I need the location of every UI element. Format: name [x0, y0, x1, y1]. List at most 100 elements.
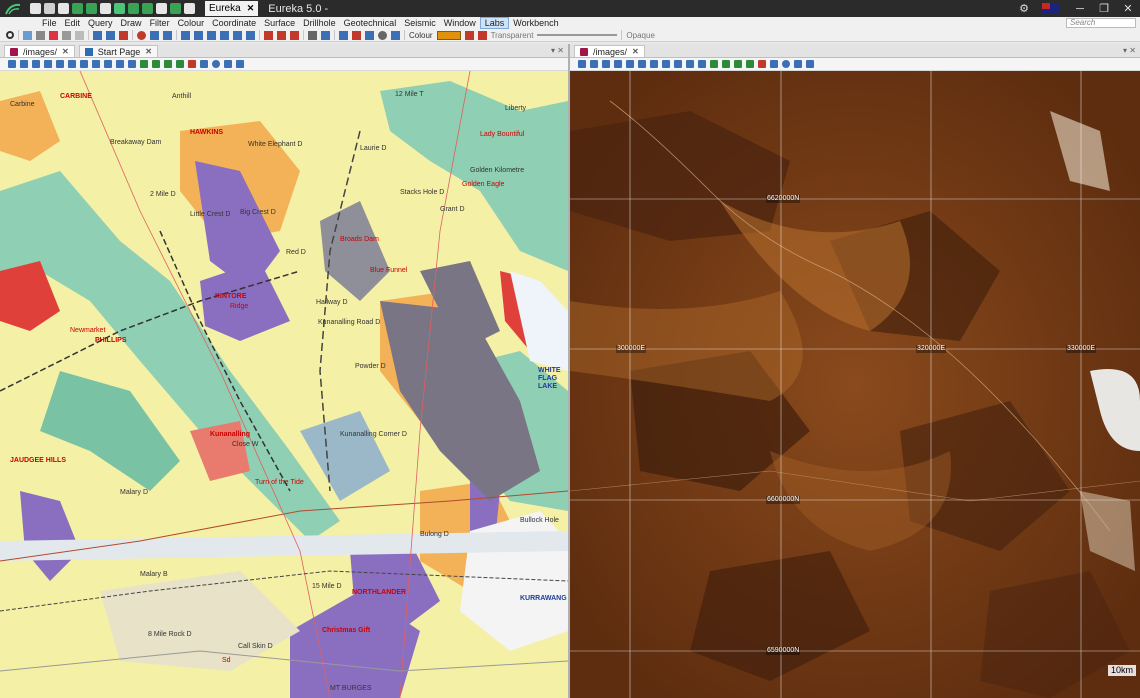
menu-edit[interactable]: Edit: [61, 17, 85, 29]
menu-geotechnical[interactable]: Geotechnical: [340, 17, 401, 29]
zoom-icon[interactable]: [119, 30, 128, 40]
capture-icon[interactable]: [758, 60, 766, 68]
profile-icon[interactable]: [116, 60, 124, 68]
snap-icon[interactable]: [339, 30, 348, 40]
fill-dropdown-icon[interactable]: [477, 30, 487, 40]
polyline-icon[interactable]: [207, 30, 216, 40]
surface-view-icon[interactable]: [746, 60, 754, 68]
reload-icon[interactable]: [163, 30, 172, 40]
delete-icon[interactable]: [49, 30, 58, 40]
rotate-icon[interactable]: [106, 30, 115, 40]
link-icon[interactable]: [602, 60, 610, 68]
legend-icon[interactable]: [794, 60, 802, 68]
target-icon[interactable]: [137, 30, 146, 40]
capture-icon[interactable]: [188, 60, 196, 68]
search-input[interactable]: Search: [1066, 18, 1136, 28]
refresh-view-icon[interactable]: [68, 60, 76, 68]
label-icon[interactable]: [722, 60, 730, 68]
australia-flag-icon[interactable]: [1042, 3, 1060, 14]
crosshair-icon[interactable]: [650, 60, 658, 68]
pan-icon[interactable]: [93, 30, 102, 40]
style-dropdown-icon[interactable]: [464, 30, 474, 40]
curve-icon[interactable]: [233, 30, 242, 40]
contour-icon[interactable]: [164, 60, 172, 68]
play-icon[interactable]: [782, 60, 790, 68]
dots-icon[interactable]: [321, 30, 330, 40]
maximize-icon[interactable]: ❐: [1092, 2, 1116, 15]
close-icon[interactable]: ✕: [145, 47, 152, 56]
point-icon[interactable]: [140, 60, 148, 68]
menu-filter[interactable]: Filter: [146, 17, 174, 29]
zoom-extent-icon[interactable]: [626, 60, 634, 68]
menu-seismic[interactable]: Seismic: [400, 17, 440, 29]
menu-coordinate[interactable]: Coordinate: [208, 17, 260, 29]
minimize-icon[interactable]: ─: [1068, 3, 1092, 15]
menu-colour[interactable]: Colour: [174, 17, 209, 29]
menu-draw[interactable]: Draw: [117, 17, 146, 29]
close-icon[interactable]: ✕: [632, 47, 639, 56]
pane-options-icon[interactable]: ▾ ✕: [551, 46, 564, 55]
filter-icon[interactable]: [352, 30, 361, 40]
axis-icon[interactable]: [674, 60, 682, 68]
search-icon[interactable]: [6, 31, 14, 39]
pointer-tool-icon[interactable]: [30, 3, 41, 14]
surface-view-icon[interactable]: [176, 60, 184, 68]
ruler-icon[interactable]: [806, 60, 814, 68]
table-view-icon[interactable]: [128, 60, 136, 68]
camera-icon[interactable]: [770, 60, 778, 68]
play-icon[interactable]: [212, 60, 220, 68]
window-icon[interactable]: [184, 3, 195, 14]
label-icon[interactable]: [152, 60, 160, 68]
pane-options-icon[interactable]: ▾ ✕: [1123, 46, 1136, 55]
measure-icon[interactable]: [308, 30, 317, 40]
grid-toggle-icon[interactable]: [92, 60, 100, 68]
layer-icon[interactable]: [391, 30, 400, 40]
list-icon[interactable]: [156, 3, 167, 14]
crop-icon[interactable]: [75, 30, 84, 40]
polygon-icon[interactable]: [220, 30, 229, 40]
menu-query[interactable]: Query: [84, 17, 117, 29]
copy-icon[interactable]: [62, 30, 71, 40]
tab-images-left[interactable]: /images/ ✕: [4, 45, 75, 57]
arrow-icon[interactable]: [365, 30, 374, 40]
view-settings-icon[interactable]: [578, 60, 586, 68]
menu-workbench[interactable]: Workbench: [509, 17, 562, 29]
geology-map-viewport[interactable]: CARBINE HAWKINS Anthill Breakaway Dam Wh…: [0, 71, 568, 698]
ruler-icon[interactable]: [236, 60, 244, 68]
close-icon[interactable]: ✕: [247, 3, 255, 14]
layers-icon[interactable]: [590, 60, 598, 68]
legend-icon[interactable]: [224, 60, 232, 68]
opacity-slider[interactable]: [537, 34, 618, 36]
profile-icon[interactable]: [686, 60, 694, 68]
colour-swatch[interactable]: [436, 30, 461, 40]
trim-icon[interactable]: [290, 30, 299, 40]
axis-icon[interactable]: [104, 60, 112, 68]
app-tab-eureka[interactable]: Eureka ✕: [205, 1, 259, 16]
download-icon[interactable]: [100, 3, 111, 14]
point-icon[interactable]: [710, 60, 718, 68]
menu-drillhole[interactable]: Drillhole: [299, 17, 340, 29]
contour-icon[interactable]: [734, 60, 742, 68]
split-icon[interactable]: [264, 30, 273, 40]
move-icon[interactable]: [36, 30, 45, 40]
refresh-icon[interactable]: [58, 3, 69, 14]
view-settings-icon[interactable]: [8, 60, 16, 68]
satellite-image-viewport[interactable]: 6620000N 6600000N 6590000N 300000E 32000…: [570, 71, 1140, 698]
grid-toggle-icon[interactable]: [662, 60, 670, 68]
close-window-icon[interactable]: ✕: [1116, 2, 1140, 15]
navigate-icon[interactable]: [150, 30, 159, 40]
menu-labs[interactable]: Labs: [479, 17, 510, 29]
arc-icon[interactable]: [246, 30, 255, 40]
camera-icon[interactable]: [200, 60, 208, 68]
table-icon[interactable]: [72, 3, 83, 14]
chart-icon[interactable]: [170, 3, 181, 14]
zoom-extent-icon[interactable]: [56, 60, 64, 68]
menu-file[interactable]: File: [38, 17, 61, 29]
fit-icon[interactable]: [44, 60, 52, 68]
select-icon[interactable]: [23, 30, 32, 40]
crosshair-icon[interactable]: [80, 60, 88, 68]
tab-start-page[interactable]: Start Page ✕: [78, 45, 158, 57]
refresh-view-icon[interactable]: [638, 60, 646, 68]
layers-icon[interactable]: [20, 60, 28, 68]
menu-surface[interactable]: Surface: [260, 17, 299, 29]
